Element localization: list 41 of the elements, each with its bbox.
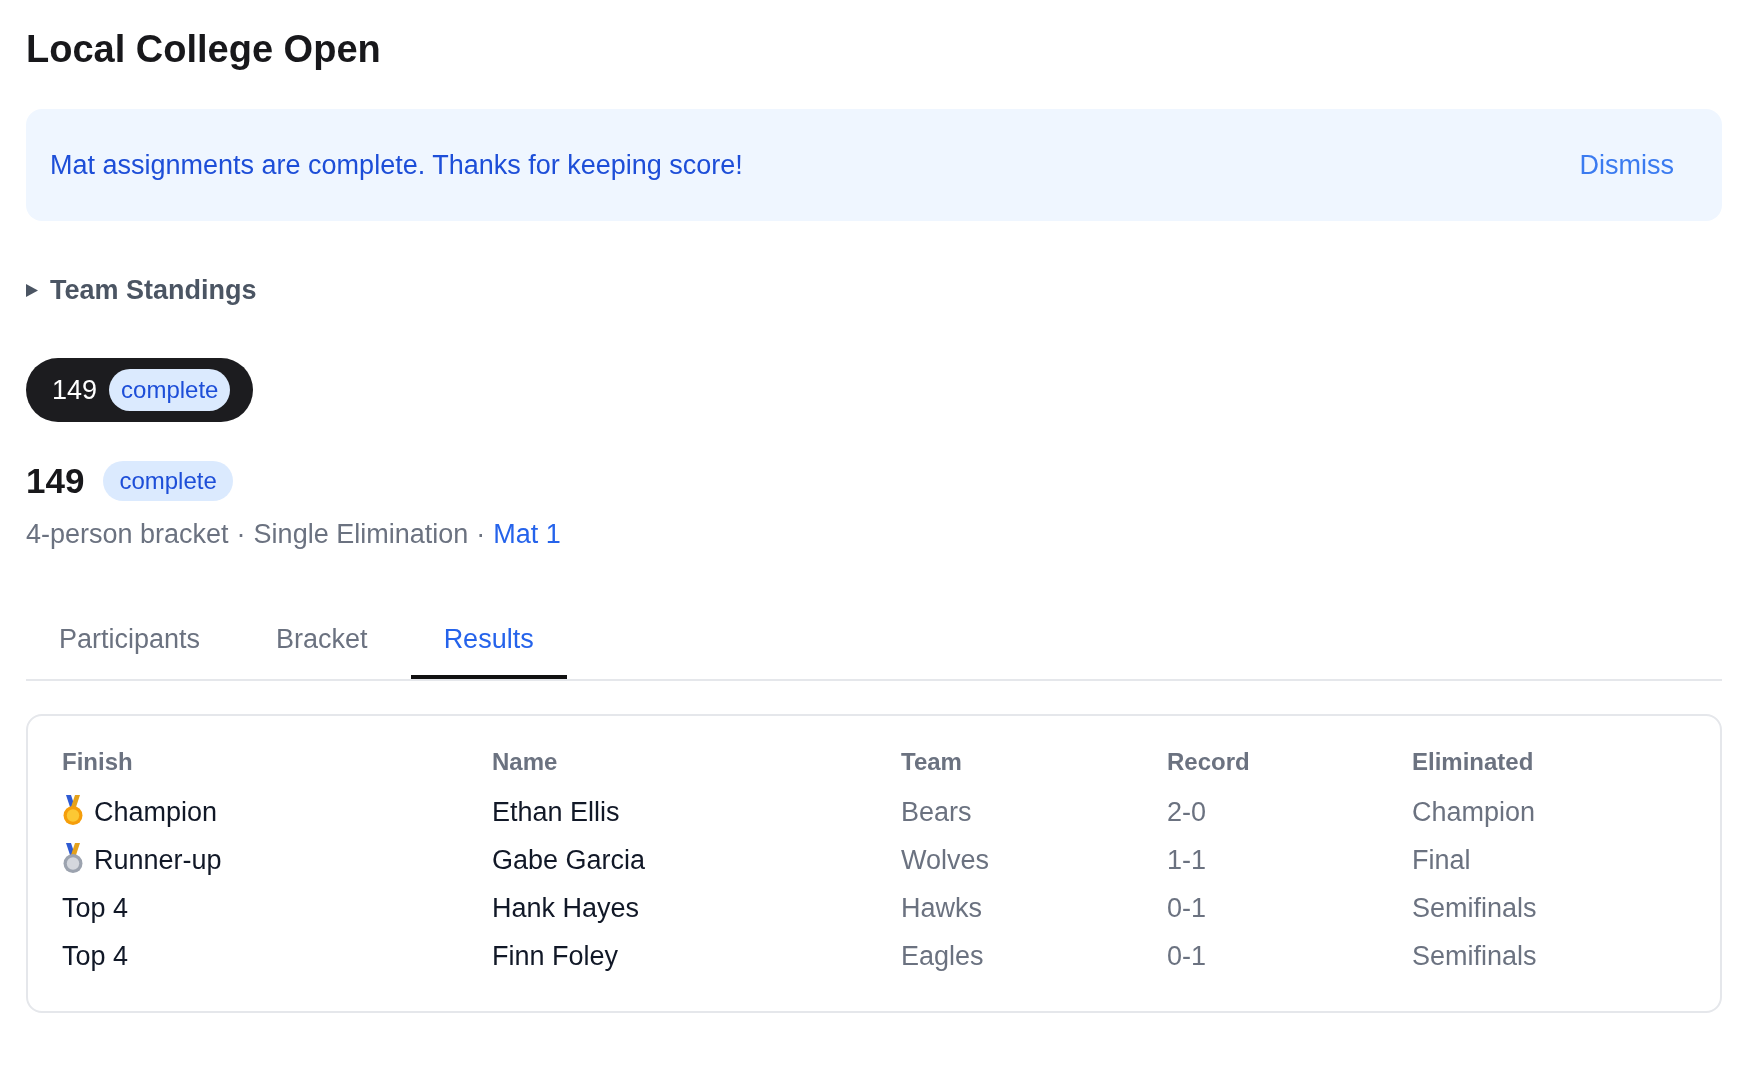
team-standings-toggle[interactable]: Team Standings	[26, 275, 257, 306]
banner-message: Mat assignments are complete. Thanks for keeping score!	[50, 149, 743, 181]
dismiss-button[interactable]: Dismiss	[1555, 141, 1698, 189]
tab[interactable]: Bracket	[243, 603, 401, 679]
table-cell: Hank Hayes	[492, 892, 640, 924]
table-cell: Gabe Garcia	[492, 844, 646, 876]
table-cell: Final	[1412, 844, 1471, 876]
bracket-heading: 149	[26, 461, 85, 501]
table-cell: Bears	[901, 796, 972, 828]
page-title: Local College Open	[26, 27, 381, 71]
tab[interactable]: Participants	[26, 603, 234, 679]
table-cell: Hawks	[901, 892, 982, 924]
table-cell: 1-1	[1167, 844, 1207, 876]
table-cell: Top 4	[62, 892, 129, 924]
mat-link[interactable]: Mat 1	[493, 519, 561, 550]
column-header: Team	[901, 748, 962, 776]
meta-separator: ·	[476, 519, 486, 550]
table-cell: Finn Foley	[492, 940, 619, 972]
column-header: Name	[492, 748, 558, 776]
table-cell: Wolves	[901, 844, 990, 876]
column-header: Eliminated	[1412, 748, 1534, 776]
meta-text: 4-person bracket	[26, 519, 229, 550]
table-cell: 0-1	[1167, 892, 1207, 924]
tab[interactable]: Results	[410, 603, 567, 679]
column-header: Finish	[62, 748, 133, 776]
column-header: Record	[1167, 748, 1250, 776]
table-cell: Champion	[1412, 796, 1536, 828]
table-cell: Semifinals	[1412, 940, 1537, 972]
table-cell: Top 4	[62, 940, 129, 972]
table-cell: 0-1	[1167, 940, 1207, 972]
meta-separator: ·	[236, 519, 246, 550]
meta-text: Single Elimination	[253, 519, 469, 550]
bracket-chip[interactable]: 149 complete	[26, 358, 254, 422]
status-badge: complete	[103, 461, 233, 501]
table-cell: Eagles	[901, 940, 984, 972]
table-cell: Semifinals	[1412, 892, 1537, 924]
status-badge: complete	[109, 369, 231, 411]
table-cell: 2-0	[1167, 796, 1207, 828]
table-cell: Runner-up	[94, 844, 222, 876]
table-cell: Champion	[94, 796, 218, 828]
table-cell: Ethan Ellis	[492, 796, 620, 828]
